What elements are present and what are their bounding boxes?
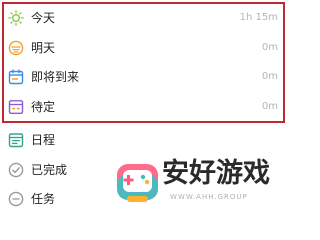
duration-text: 1h 15m [239, 12, 278, 23]
list-item-schedule[interactable]: 日程 [0, 125, 295, 155]
check-circle-icon [8, 162, 24, 178]
list-item-tomorrow[interactable]: 明天 0m [0, 33, 295, 63]
list-item-label: 今天 [31, 11, 56, 25]
schedule-icon [8, 133, 24, 148]
list-item-label: 待定 [31, 100, 56, 114]
watermark: 安好游戏 WWW.AHH.GROUP [115, 158, 285, 208]
watermark-subtitle: WWW.AHH.GROUP [170, 193, 248, 201]
inbox-icon [8, 100, 24, 114]
list-item-label: 即将到来 [31, 70, 80, 84]
list-item-upcoming[interactable]: 即将到来 0m [0, 62, 295, 92]
sunset-icon [8, 40, 24, 56]
list-item-pending[interactable]: 待定 0m [0, 92, 295, 122]
list-item-label: 任务 [31, 192, 56, 206]
sun-icon [8, 10, 24, 26]
calendar-icon [8, 69, 24, 85]
duration-text: 0m [261, 101, 278, 112]
duration-text: 0m [261, 71, 278, 82]
watermark-title: 安好游戏 [162, 158, 270, 189]
gamepad-logo-icon [117, 164, 158, 202]
duration-text: 0m [261, 42, 278, 53]
list-item-label: 明天 [31, 41, 56, 55]
task-icon [8, 191, 24, 207]
list-item-label: 日程 [31, 133, 56, 147]
list-item-label: 已完成 [31, 163, 68, 177]
list-item-today[interactable]: 今天 1h 15m [0, 3, 295, 33]
